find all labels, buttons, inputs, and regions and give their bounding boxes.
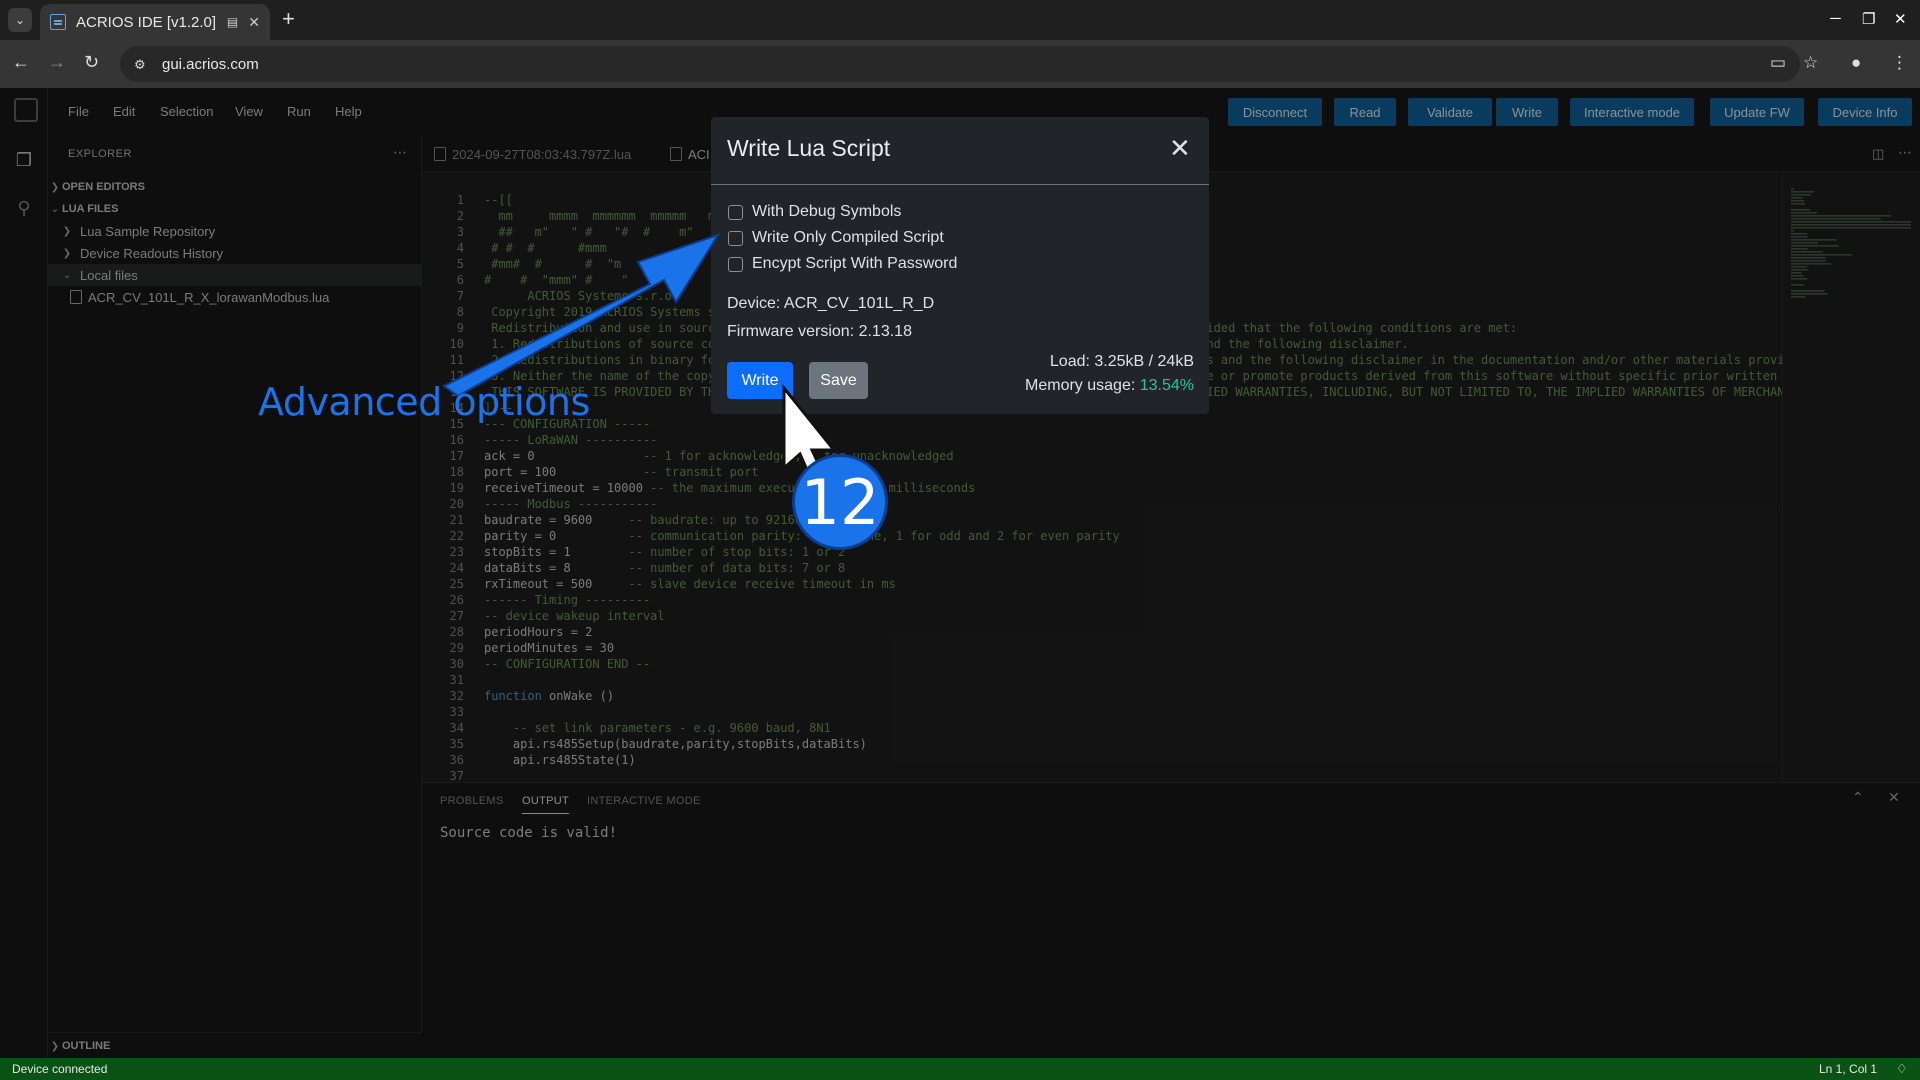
annotation-layer bbox=[442, 233, 838, 489]
annotation-arrow bbox=[442, 233, 721, 398]
step-number-badge: 12 bbox=[792, 454, 888, 550]
annotation-label: Advanced options bbox=[258, 380, 590, 424]
